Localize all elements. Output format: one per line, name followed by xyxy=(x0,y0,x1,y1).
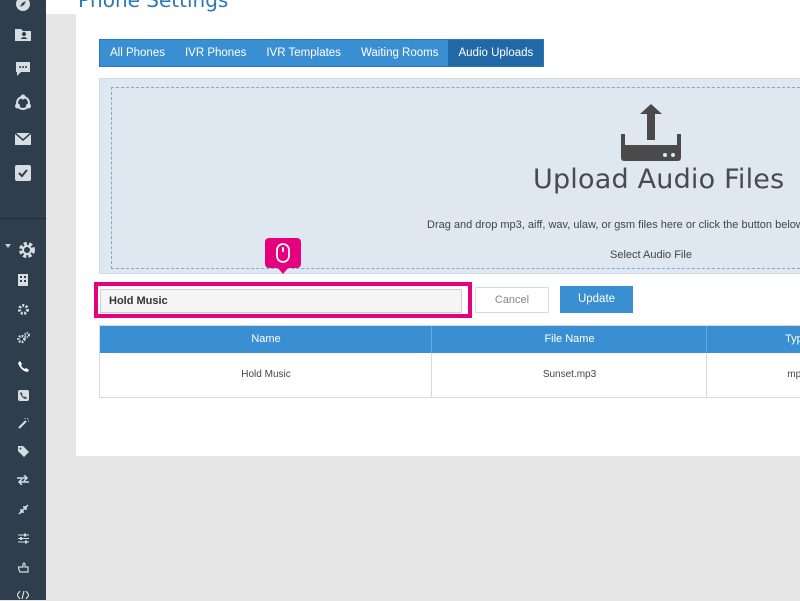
task-check-icon[interactable] xyxy=(0,164,46,182)
magic-wand-icon[interactable] xyxy=(0,416,46,430)
header-divider xyxy=(706,326,707,353)
tab-ivr-phones[interactable]: IVR Phones xyxy=(175,40,256,66)
select-audio-file-button[interactable]: Select Audio File xyxy=(610,249,692,261)
mouse-icon xyxy=(276,243,290,268)
table-cell-name[interactable]: Hold Music xyxy=(100,353,432,397)
compass-icon[interactable] xyxy=(0,0,46,14)
cog-icon[interactable] xyxy=(0,302,46,316)
share-network-icon[interactable] xyxy=(0,94,46,112)
highlight-box xyxy=(94,282,472,318)
tab-audio-uploads[interactable]: Audio Uploads xyxy=(448,40,544,66)
tag-icon[interactable] xyxy=(0,444,46,458)
upload-hint: Drag and drop mp3, aiff, wav, ulaw, or g… xyxy=(427,219,800,231)
hand-pointer-icon[interactable] xyxy=(0,560,46,574)
transfer-arrows-icon[interactable] xyxy=(0,473,46,487)
page-title: Phone Settings xyxy=(78,0,229,12)
audio-table: Name File Name Type Hold Music Sunset.mp… xyxy=(99,325,800,398)
compress-icon[interactable] xyxy=(0,502,46,516)
column-header-name[interactable]: Name xyxy=(100,326,432,353)
table-header: Name File Name Type xyxy=(100,326,800,353)
contacts-folder-icon[interactable] xyxy=(0,25,46,43)
table-cell-file-name[interactable]: Sunset.mp3 xyxy=(432,353,707,397)
table-cell-type[interactable]: mp3 xyxy=(707,353,800,397)
header-divider xyxy=(431,326,432,353)
sliders-icon[interactable] xyxy=(0,531,46,545)
update-button[interactable]: Update xyxy=(560,286,633,313)
column-header-file-name[interactable]: File Name xyxy=(432,326,707,353)
phone-book-icon[interactable] xyxy=(0,388,46,402)
click-marker-tail xyxy=(277,267,289,274)
cancel-button[interactable]: Cancel xyxy=(475,287,549,313)
tab-ivr-templates[interactable]: IVR Templates xyxy=(256,40,351,66)
sidebar xyxy=(0,0,46,600)
chat-icon[interactable] xyxy=(0,60,46,78)
tab-all-phones[interactable]: All Phones xyxy=(100,40,175,66)
tab-bar: All Phones IVR Phones IVR Templates Wait… xyxy=(99,39,545,67)
upload-icon xyxy=(620,104,682,167)
column-header-type[interactable]: Type xyxy=(707,326,800,353)
upload-title: Upload Audio Files xyxy=(533,164,785,195)
phone-icon[interactable] xyxy=(0,359,46,373)
building-icon[interactable] xyxy=(0,273,46,287)
code-icon[interactable] xyxy=(0,589,46,601)
mail-icon[interactable] xyxy=(0,130,46,148)
sidebar-divider xyxy=(0,218,46,219)
cogs-icon[interactable] xyxy=(0,331,46,345)
settings-gear-icon[interactable] xyxy=(4,240,50,260)
tab-waiting-rooms[interactable]: Waiting Rooms xyxy=(351,40,449,66)
